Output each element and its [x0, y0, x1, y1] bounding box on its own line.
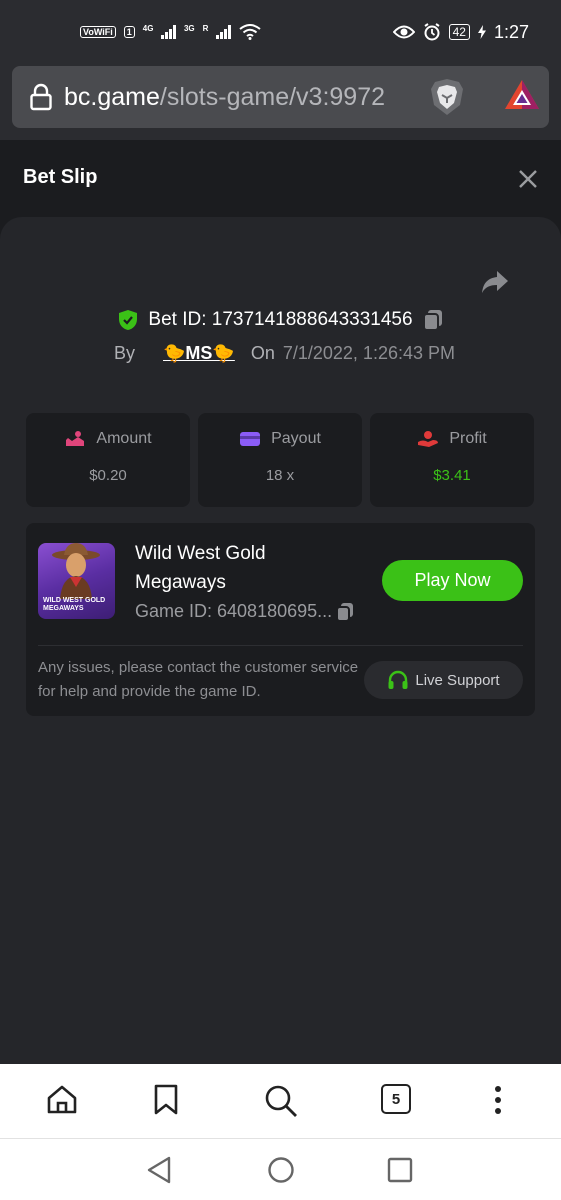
stat-value: 18 x	[265, 467, 295, 484]
status-right: 42 1:27	[392, 21, 529, 43]
roaming-label: R	[202, 24, 209, 33]
share-icon[interactable]	[480, 269, 510, 295]
verified-shield-icon	[119, 310, 138, 330]
recents-icon[interactable]	[387, 1157, 413, 1183]
tabs-button[interactable]: 5	[381, 1084, 411, 1114]
copy-icon[interactable]	[422, 309, 443, 331]
game-thumbnail[interactable]: WILD WEST GOLD MEGAWAYS	[38, 543, 115, 619]
alarm-icon	[424, 23, 440, 41]
headset-icon	[388, 670, 408, 689]
copy-icon[interactable]	[336, 602, 354, 622]
close-icon[interactable]	[517, 168, 539, 190]
stat-label: Amount	[96, 430, 152, 447]
clock: 1:27	[493, 21, 529, 42]
status-left: VoWiFi 1 4G 3G R	[80, 24, 261, 40]
wallet-icon	[240, 432, 261, 446]
lock-icon[interactable]	[30, 83, 52, 111]
wifi-icon	[239, 24, 261, 40]
game-card: WILD WEST GOLD MEGAWAYS Wild West Gold M…	[26, 523, 535, 716]
battery-indicator: 42	[448, 24, 470, 40]
url-text[interactable]: bc.game/slots-game/v3:9972	[64, 83, 385, 112]
thumbnail-title: WILD WEST GOLD MEGAWAYS	[43, 597, 106, 612]
stat-label: Payout	[271, 430, 321, 447]
bet-slip-header: Bet Slip	[0, 140, 561, 218]
eye-icon	[392, 25, 415, 39]
stat-value: $3.41	[433, 467, 471, 484]
stat-value: $0.20	[89, 467, 127, 484]
sim-badge: 1	[123, 26, 135, 38]
page-title: Bet Slip	[23, 166, 98, 188]
play-now-button[interactable]: Play Now	[382, 560, 523, 601]
vowifi-badge: VoWiFi	[80, 26, 116, 38]
bet-stats: Amount $0.20 Payout 18 x Profit $3.41	[26, 413, 534, 507]
address-bar[interactable]: bc.game/slots-game/v3:9972	[12, 66, 549, 128]
cowboy-illustration	[52, 543, 100, 599]
stat-profit: Profit $3.41	[370, 413, 534, 507]
search-icon[interactable]	[264, 1084, 298, 1118]
bet-date: 7/1/2022, 1:26:43 PM	[282, 343, 455, 363]
stat-amount: Amount $0.20	[26, 413, 190, 507]
network-label-1: 4G	[142, 24, 154, 33]
bet-id-row: Bet ID: 1737141888643331456	[0, 309, 561, 331]
signal-icon	[161, 25, 176, 39]
charging-icon	[477, 25, 486, 39]
bookmark-icon[interactable]	[153, 1084, 179, 1116]
network-label-2: 3G	[183, 24, 195, 33]
bet-meta-row: By 🐤MS🐤 On 7/1/2022, 1:26:43 PM	[114, 343, 455, 364]
game-id-row: Game ID: 6408180695...	[135, 601, 354, 622]
url-path: /slots-game/v3:9972	[159, 82, 386, 111]
divider	[38, 645, 523, 646]
browser-toolbar: bc.game/slots-game/v3:9972	[0, 64, 561, 140]
game-id: Game ID: 6408180695...	[135, 601, 333, 621]
stat-payout: Payout 18 x	[198, 413, 362, 507]
user-link[interactable]: 🐤MS🐤	[163, 343, 235, 364]
back-icon[interactable]	[146, 1156, 172, 1184]
system-navigation-bar	[0, 1139, 561, 1200]
home-icon[interactable]	[46, 1084, 78, 1116]
support-notice: Any issues, please contact the customer …	[38, 659, 359, 700]
status-bar: VoWiFi 1 4G 3G R 42 1:27	[0, 0, 561, 64]
stat-label: Profit	[449, 430, 487, 447]
signal-icon	[216, 25, 231, 39]
by-label: By	[114, 343, 136, 363]
game-title: Wild West Gold Megaways	[135, 543, 266, 593]
brave-rewards-icon[interactable]	[503, 78, 541, 112]
profit-hand-icon	[418, 431, 439, 447]
brave-shields-icon[interactable]	[429, 77, 465, 117]
home-nav-icon[interactable]	[267, 1156, 295, 1184]
bet-slip-panel: Bet ID: 1737141888643331456 By 🐤MS🐤 On 7…	[0, 217, 561, 1064]
on-label: On	[250, 343, 275, 363]
bet-amount-icon	[66, 431, 85, 446]
url-host: bc.game	[64, 82, 160, 111]
live-support-button[interactable]: Live Support	[364, 661, 523, 699]
more-menu-icon[interactable]	[493, 1084, 503, 1116]
browser-bottom-bar: 5	[0, 1064, 561, 1139]
bet-id: Bet ID: 1737141888643331456	[148, 309, 413, 330]
live-support-label: Live Support	[415, 671, 500, 689]
